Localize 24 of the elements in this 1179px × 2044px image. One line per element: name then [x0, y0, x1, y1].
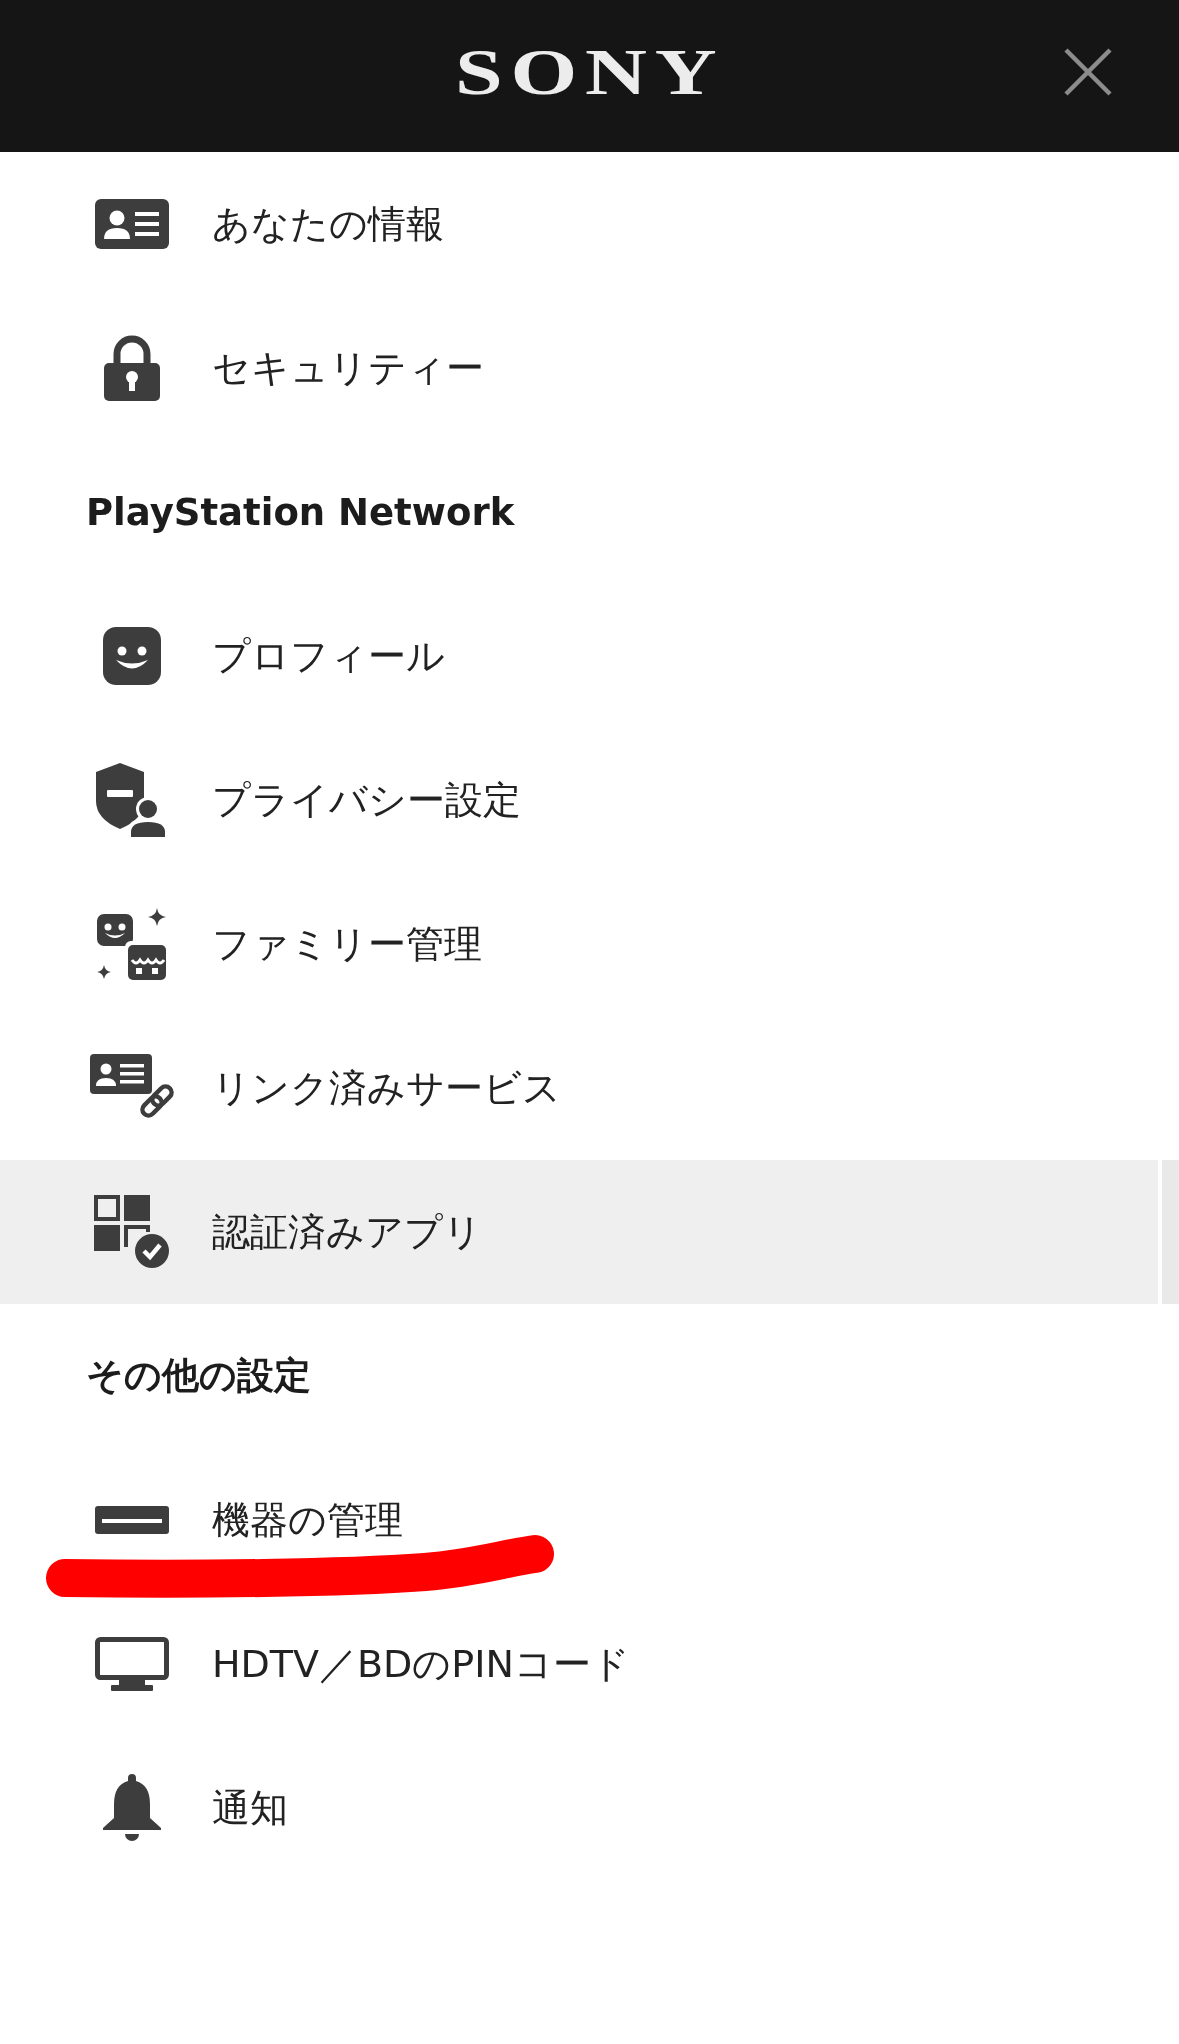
section-heading: その他の設定 — [85, 1353, 312, 1399]
menu-item[interactable]: 認証済みアプリ — [0, 1160, 1179, 1304]
menu-item[interactable]: ファミリー管理 — [0, 872, 1179, 1016]
menu-item[interactable]: あなたの情報 — [0, 152, 1179, 296]
close-button[interactable] — [1063, 47, 1113, 97]
id-card-icon — [95, 199, 169, 249]
close-icon — [1063, 47, 1113, 97]
menu-item[interactable]: プロフィール — [0, 584, 1179, 728]
brand-logo: SONY — [454, 39, 725, 105]
lock-icon — [104, 335, 160, 401]
section-heading: PlayStation Network — [85, 489, 516, 536]
menu-item[interactable]: プライバシー設定 — [0, 728, 1179, 872]
smiley-face-icon — [103, 627, 161, 685]
shield-person-icon — [96, 763, 168, 837]
grid-check-icon — [94, 1195, 170, 1269]
faces-sparkle-icon — [97, 908, 167, 980]
menu-item[interactable]: HDTV／BDのPINコード — [0, 1592, 1179, 1736]
menu-item[interactable]: 通知 — [0, 1736, 1179, 1880]
bell-icon — [103, 1774, 161, 1842]
menu-item[interactable]: リンク済みサービス — [0, 1016, 1179, 1160]
device-icon — [95, 1506, 169, 1534]
menu-item[interactable]: 機器の管理 — [0, 1448, 1179, 1592]
monitor-icon — [95, 1637, 169, 1691]
menu-item[interactable]: セキュリティー — [0, 296, 1179, 440]
